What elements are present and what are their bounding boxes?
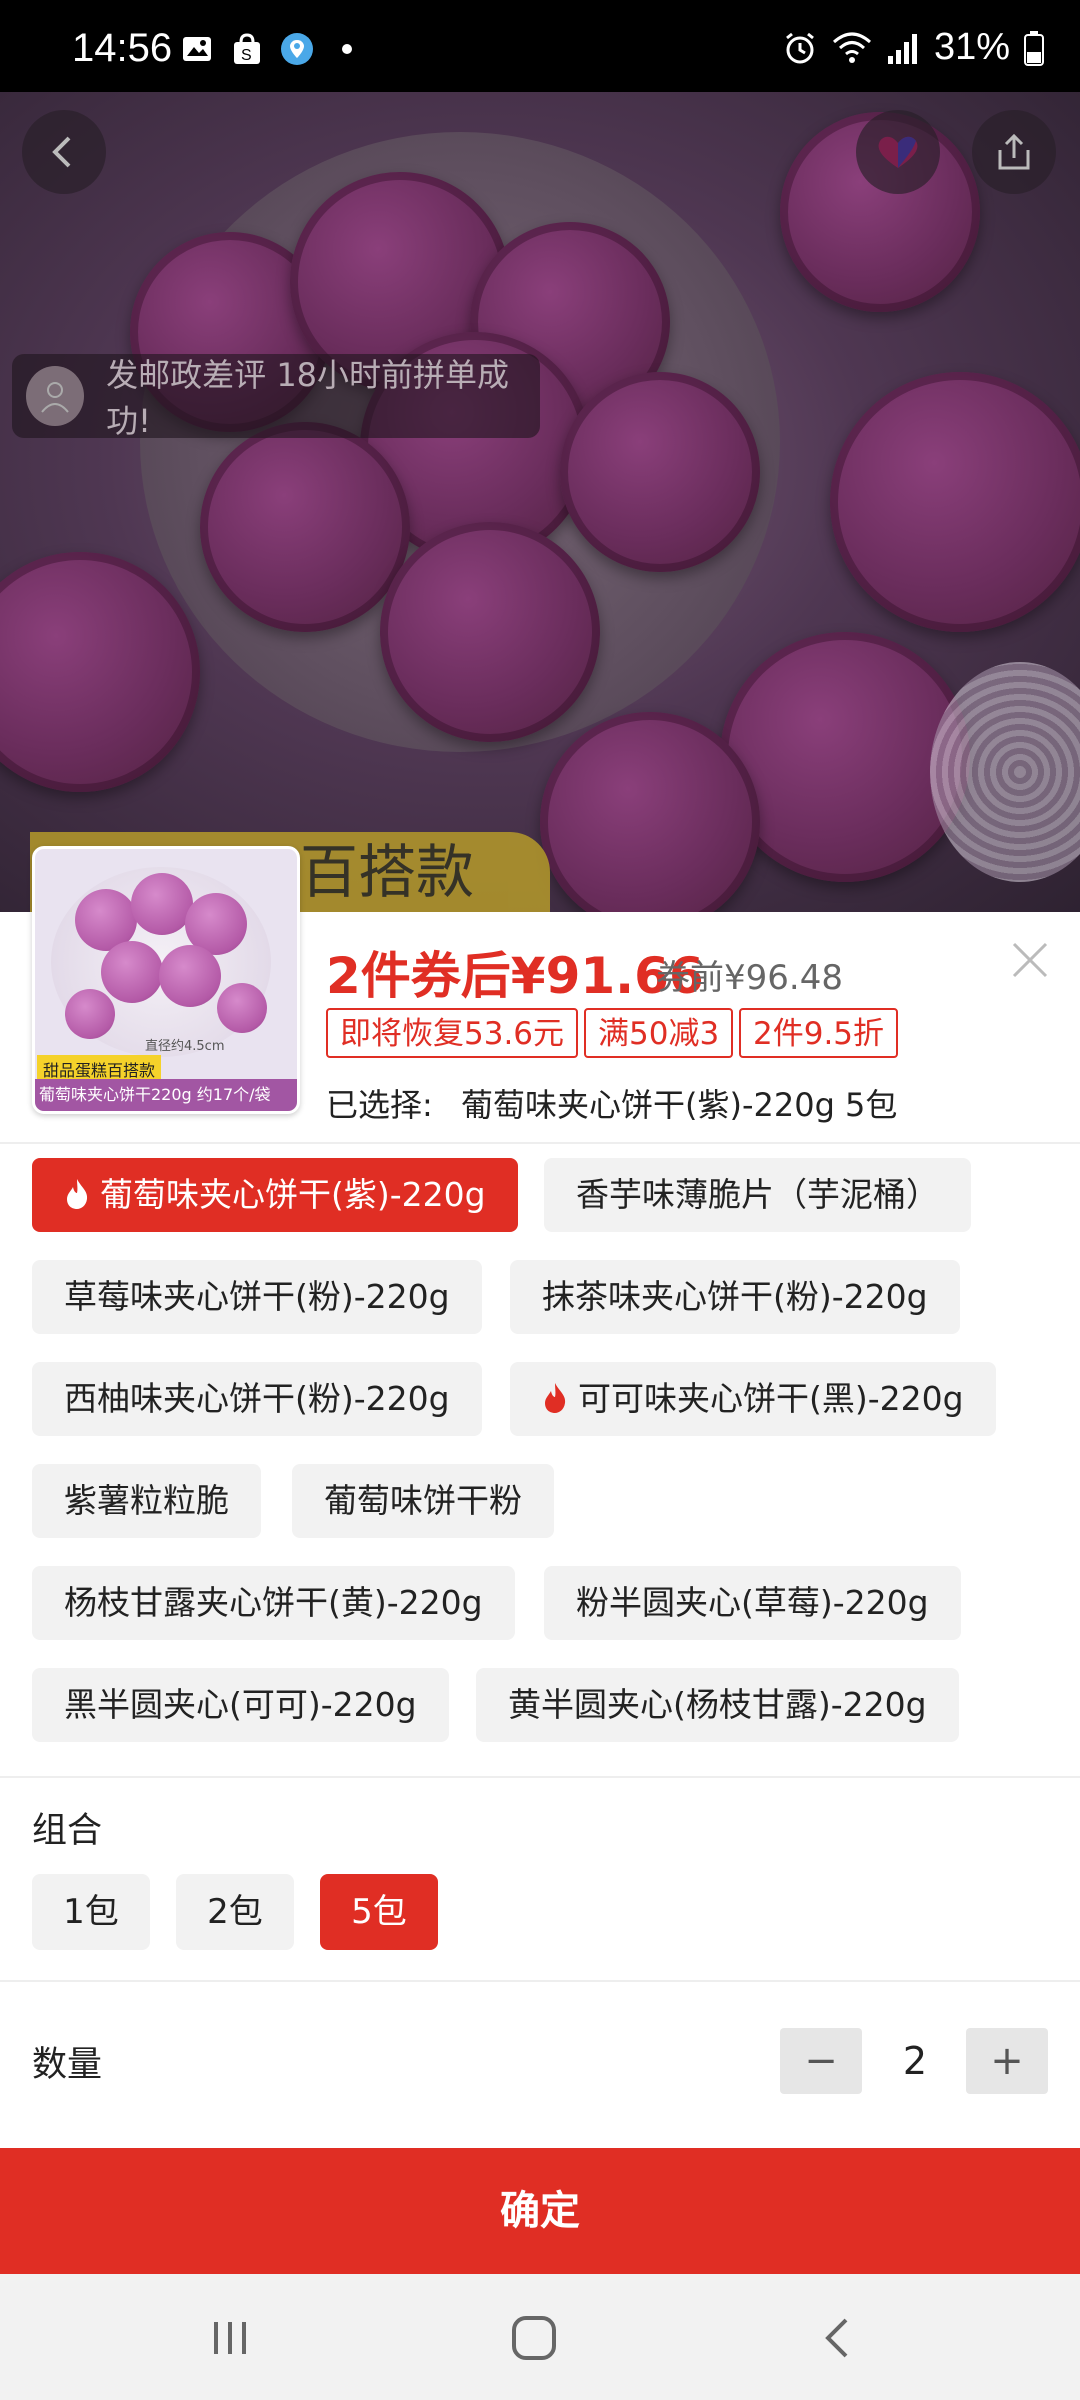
quantity-increase-button[interactable]: + [966, 2028, 1048, 2094]
price-before-coupon: 券前¥96.48 [656, 958, 843, 998]
quantity-decrease-button[interactable]: − [780, 2028, 862, 2094]
thumb-label-bottom: 葡萄味夹心饼干220g 约17个/袋 [35, 1079, 297, 1111]
plus-icon: + [990, 2038, 1024, 2084]
hero-cookie [200, 422, 410, 632]
flavor-option[interactable]: 粉半圆夹心(草莓)-220g [544, 1566, 961, 1640]
flavor-option-label: 可可味夹心饼干(黑)-220g [578, 1379, 964, 1418]
price-after-coupon: 2件券后¥91.66 [326, 947, 704, 1005]
status-bar: 14:56 S 31% [0, 0, 1080, 92]
group-buy-notice: 发邮政差评 18小时前拼单成功! [12, 354, 540, 440]
flavor-option-label: 紫薯粒粒脆 [64, 1481, 229, 1520]
close-icon[interactable] [1008, 938, 1052, 982]
sku-selector-sheet: 直径约4.5cm 甜品蛋糕百搭款 葡萄味夹心饼干220g 约17个/袋 2件券后… [0, 846, 1080, 2274]
status-right-icons: 31% [782, 26, 1044, 69]
alarm-icon [786, 32, 814, 63]
status-left-icons: S [180, 32, 364, 66]
selected-summary: 已选择: 葡萄味夹心饼干(紫)-220g 5包 [326, 1080, 897, 1126]
product-hero-image[interactable]: 百搭款 发邮政差评 18小时前拼单成功! [0, 92, 1080, 912]
quantity-value[interactable]: 2 [880, 2030, 950, 2092]
svg-text:S: S [241, 47, 252, 64]
system-nav-bar [0, 2274, 1080, 2400]
chevron-left-icon [52, 136, 71, 168]
flavor-option-label: 葡萄味夹心饼干(紫)-220g [100, 1175, 486, 1214]
recent-apps-icon[interactable] [200, 2310, 260, 2366]
flavor-option[interactable]: 可可味夹心饼干(黑)-220g [510, 1362, 996, 1436]
thumb-cookie [65, 989, 115, 1039]
shopping-bag-icon: S [234, 33, 260, 64]
back-nav-icon[interactable] [808, 2310, 868, 2366]
promo-badge: 2件9.5折 [739, 1008, 899, 1058]
flavor-option[interactable]: 葡萄味夹心饼干(紫)-220g [32, 1158, 518, 1232]
battery-icon [1024, 30, 1044, 66]
flavor-option-label: 黑半圆夹心(可可)-220g [64, 1685, 417, 1724]
flavor-option[interactable]: 黑半圆夹心(可可)-220g [32, 1668, 449, 1742]
flavor-option-label: 香芋味薄脆片（芋泥桶） [576, 1175, 939, 1214]
divider [0, 1776, 1080, 1778]
hero-cookie [0, 552, 200, 792]
flavor-option[interactable]: 香芋味薄脆片（芋泥桶） [544, 1158, 971, 1232]
combo-title: 组合 [32, 1811, 103, 1851]
back-button[interactable] [22, 110, 106, 194]
promo-badge: 满50减3 [584, 1008, 734, 1058]
promo-badge: 即将恢复53.6元 [326, 1008, 579, 1058]
thumb-cookie [217, 983, 267, 1033]
product-thumbnail[interactable]: 直径约4.5cm 甜品蛋糕百搭款 葡萄味夹心饼干220g 约17个/袋 [32, 846, 300, 1114]
flavor-option-label: 抹茶味夹心饼干(粉)-220g [542, 1277, 928, 1316]
location-icon [281, 33, 313, 65]
hero-cookie [830, 372, 1080, 632]
thumb-cookie [159, 945, 221, 1007]
flavor-option-label: 粉半圆夹心(草莓)-220g [576, 1583, 929, 1622]
hero-cookie [560, 372, 760, 572]
flavor-option[interactable]: 西柚味夹心饼干(粉)-220g [32, 1362, 482, 1436]
fire-icon [545, 1383, 566, 1413]
home-icon[interactable] [504, 2310, 564, 2366]
divider [0, 1980, 1080, 1982]
user-icon [41, 382, 69, 413]
thumb-cookie [131, 873, 193, 935]
hero-cookie [380, 522, 600, 742]
selected-label: 已选择: [326, 1086, 433, 1124]
flavor-option-label: 葡萄味饼干粉 [324, 1481, 522, 1520]
wifi-icon [832, 32, 871, 63]
flavor-option[interactable]: 抹茶味夹心饼干(粉)-220g [510, 1260, 960, 1334]
minus-icon: − [804, 2038, 838, 2084]
fire-icon [67, 1179, 88, 1209]
quantity-title: 数量 [32, 2045, 103, 2085]
flavor-option-label: 黄半圆夹心(杨枝甘露)-220g [508, 1685, 927, 1724]
flavor-option-label: 杨枝甘露夹心饼干(黄)-220g [64, 1583, 483, 1622]
image-icon [183, 37, 211, 61]
confirm-button[interactable]: 确定 [0, 2148, 1080, 2274]
flavor-option[interactable]: 草莓味夹心饼干(粉)-220g [32, 1260, 482, 1334]
notice-text: 发邮政差评 18小时前拼单成功! [106, 356, 510, 440]
selected-value: 葡萄味夹心饼干(紫)-220g 5包 [460, 1086, 898, 1124]
share-icon [998, 133, 1030, 170]
status-time: 14:56 [72, 26, 173, 70]
divider [0, 1142, 1080, 1144]
flavor-option[interactable]: 黄半圆夹心(杨枝甘露)-220g [476, 1668, 959, 1742]
flavor-option[interactable]: 紫薯粒粒脆 [32, 1464, 261, 1538]
combo-option[interactable]: 1包 [32, 1874, 150, 1950]
battery-percent: 31% [933, 26, 1010, 68]
heart-icon [878, 136, 918, 168]
thumb-cookie [101, 941, 163, 1003]
flavor-option-label: 西柚味夹心饼干(粉)-220g [64, 1379, 450, 1418]
flavor-option-label: 草莓味夹心饼干(粉)-220g [64, 1277, 450, 1316]
dot-icon [342, 44, 352, 54]
thumb-size-note: 直径约4.5cm [145, 1039, 225, 1054]
avatar [26, 366, 85, 426]
flavor-option[interactable]: 杨枝甘露夹心饼干(黄)-220g [32, 1566, 515, 1640]
signal-icon [887, 33, 917, 64]
favorite-button[interactable] [856, 110, 940, 194]
combo-option[interactable]: 2包 [176, 1874, 294, 1950]
combo-option[interactable]: 5包 [320, 1874, 438, 1950]
share-button[interactable] [972, 110, 1056, 194]
flavor-option[interactable]: 葡萄味饼干粉 [292, 1464, 554, 1538]
